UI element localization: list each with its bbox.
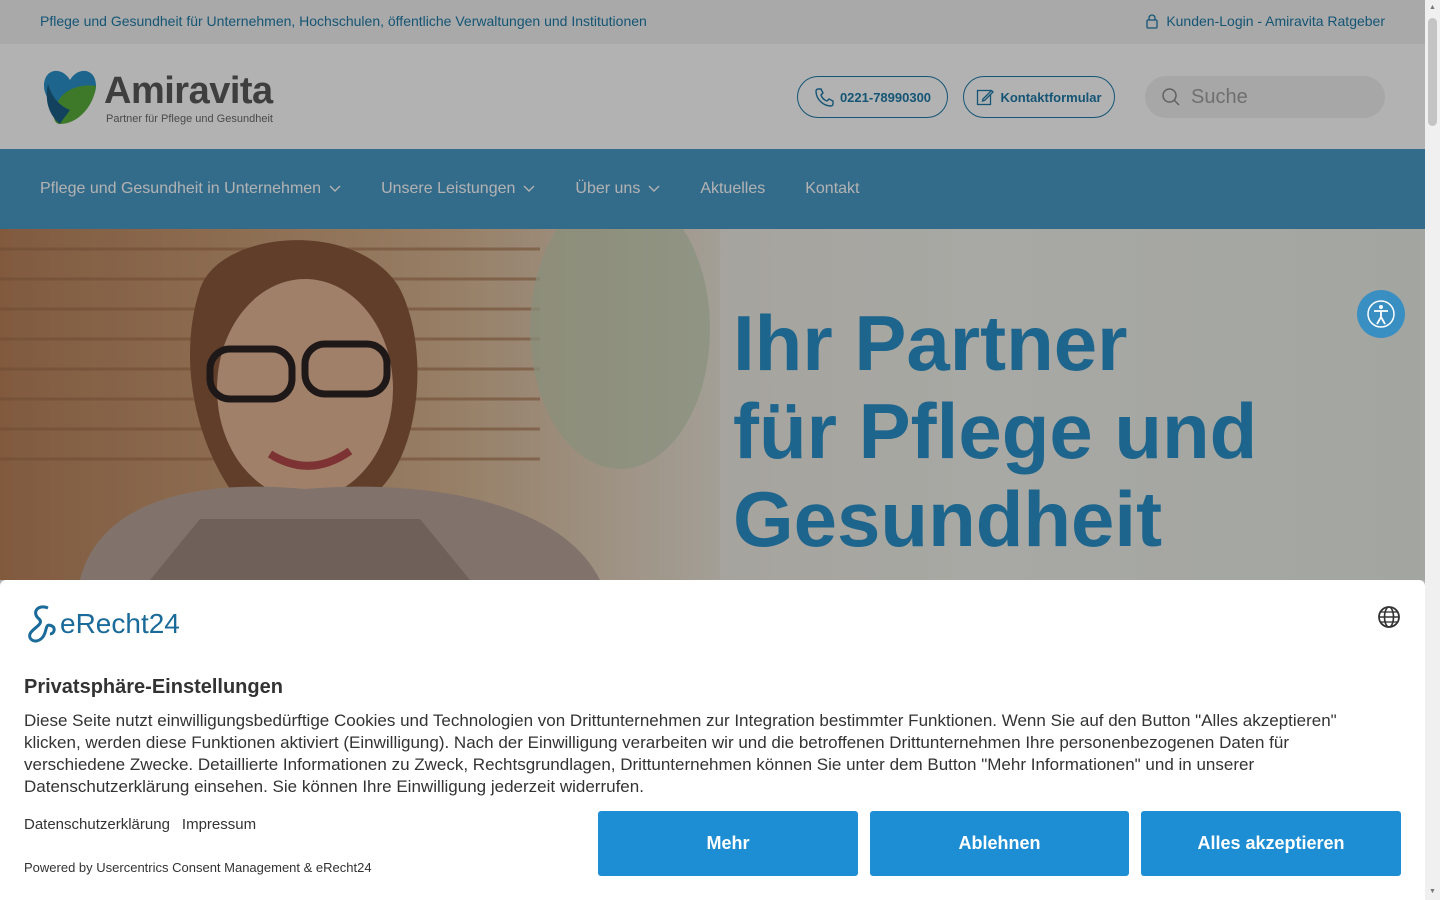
reject-button[interactable]: Ablehnen bbox=[870, 811, 1129, 876]
scrollbar-thumb[interactable] bbox=[1428, 18, 1437, 126]
scroll-up-arrow-icon[interactable]: ▲ bbox=[1428, 4, 1437, 12]
page: Pflege und Gesundheit für Unternehmen, H… bbox=[0, 0, 1425, 900]
more-info-button[interactable]: Mehr bbox=[598, 811, 858, 876]
powered-by-text: Powered by Usercentrics Consent Manageme… bbox=[24, 860, 372, 875]
erecht24-logo: eRecht24 bbox=[24, 604, 180, 644]
consent-brand: eRecht24 bbox=[60, 608, 180, 639]
consent-body-text: Diese Seite nutzt einwilligungsbedürftig… bbox=[24, 711, 1337, 796]
erecht24-logo-icon bbox=[28, 605, 56, 643]
privacy-policy-link[interactable]: Datenschutzerklärung bbox=[24, 816, 170, 833]
globe-icon bbox=[1378, 606, 1400, 628]
accessibility-icon bbox=[1367, 300, 1395, 328]
language-globe-button[interactable] bbox=[1377, 605, 1401, 634]
imprint-link[interactable]: Impressum bbox=[182, 816, 256, 833]
vertical-scrollbar[interactable]: ▲ ▼ bbox=[1425, 0, 1440, 900]
consent-links: Datenschutzerklärung Impressum bbox=[24, 816, 256, 833]
accessibility-button[interactable] bbox=[1357, 290, 1405, 338]
scroll-down-arrow-icon[interactable]: ▼ bbox=[1428, 888, 1437, 896]
consent-title: Privatsphäre-Einstellungen bbox=[24, 676, 283, 698]
accept-all-button[interactable]: Alles akzeptieren bbox=[1141, 811, 1401, 876]
cookie-consent-dialog: eRecht24 Privatsphäre-Einstellungen Dies… bbox=[0, 580, 1425, 900]
